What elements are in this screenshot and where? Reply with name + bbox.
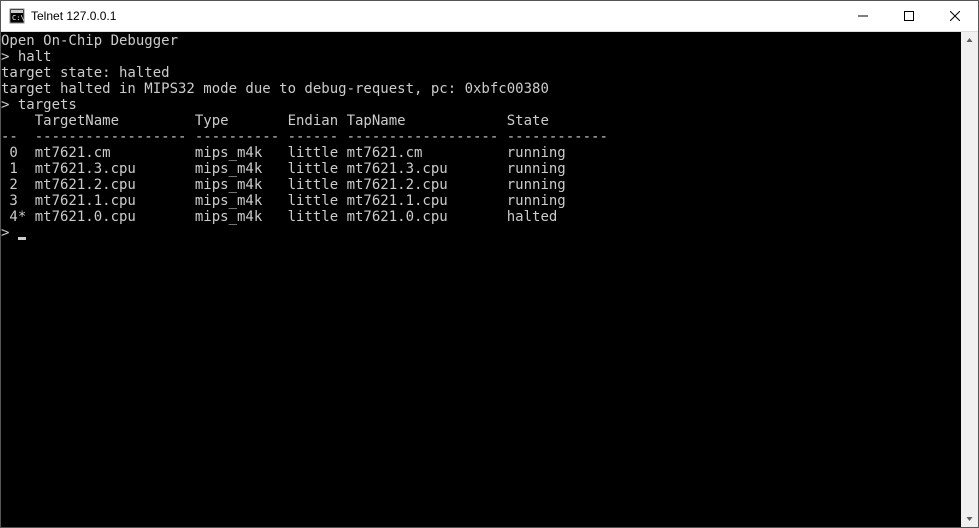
window-title: Telnet 127.0.0.1 — [31, 9, 840, 23]
terminal-container: Open On-Chip Debugger> halttarget state:… — [1, 32, 978, 527]
terminal-line: > halt — [1, 49, 961, 65]
terminal-line: 2 mt7621.2.cpu mips_m4k little mt7621.2.… — [1, 177, 961, 193]
app-icon: C:\ — [9, 8, 25, 24]
svg-text:C:\: C:\ — [12, 14, 25, 22]
terminal-line: target state: halted — [1, 65, 961, 81]
terminal-line: Open On-Chip Debugger — [1, 33, 961, 49]
cursor — [18, 237, 26, 240]
terminal-line: target halted in MIPS32 mode due to debu… — [1, 81, 961, 97]
terminal-line: 3 mt7621.1.cpu mips_m4k little mt7621.1.… — [1, 193, 961, 209]
vertical-scrollbar[interactable] — [961, 32, 978, 527]
window-titlebar: C:\ Telnet 127.0.0.1 — [1, 1, 978, 32]
window-controls — [840, 1, 978, 31]
scroll-track[interactable] — [961, 49, 978, 510]
scroll-down-arrow[interactable] — [961, 510, 978, 527]
terminal-line: -- ------------------ ---------- ------ … — [1, 129, 961, 145]
maximize-button[interactable] — [886, 1, 932, 31]
terminal-line: 0 mt7621.cm mips_m4k little mt7621.cm ru… — [1, 145, 961, 161]
terminal-line: > targets — [1, 97, 961, 113]
terminal-output[interactable]: Open On-Chip Debugger> halttarget state:… — [1, 32, 961, 527]
terminal-line: 1 mt7621.3.cpu mips_m4k little mt7621.3.… — [1, 161, 961, 177]
terminal-line: > — [1, 225, 961, 241]
terminal-line: TargetName Type Endian TapName State — [1, 113, 961, 129]
scroll-up-arrow[interactable] — [961, 32, 978, 49]
minimize-button[interactable] — [840, 1, 886, 31]
close-button[interactable] — [932, 1, 978, 31]
terminal-line: 4* mt7621.0.cpu mips_m4k little mt7621.0… — [1, 209, 961, 225]
